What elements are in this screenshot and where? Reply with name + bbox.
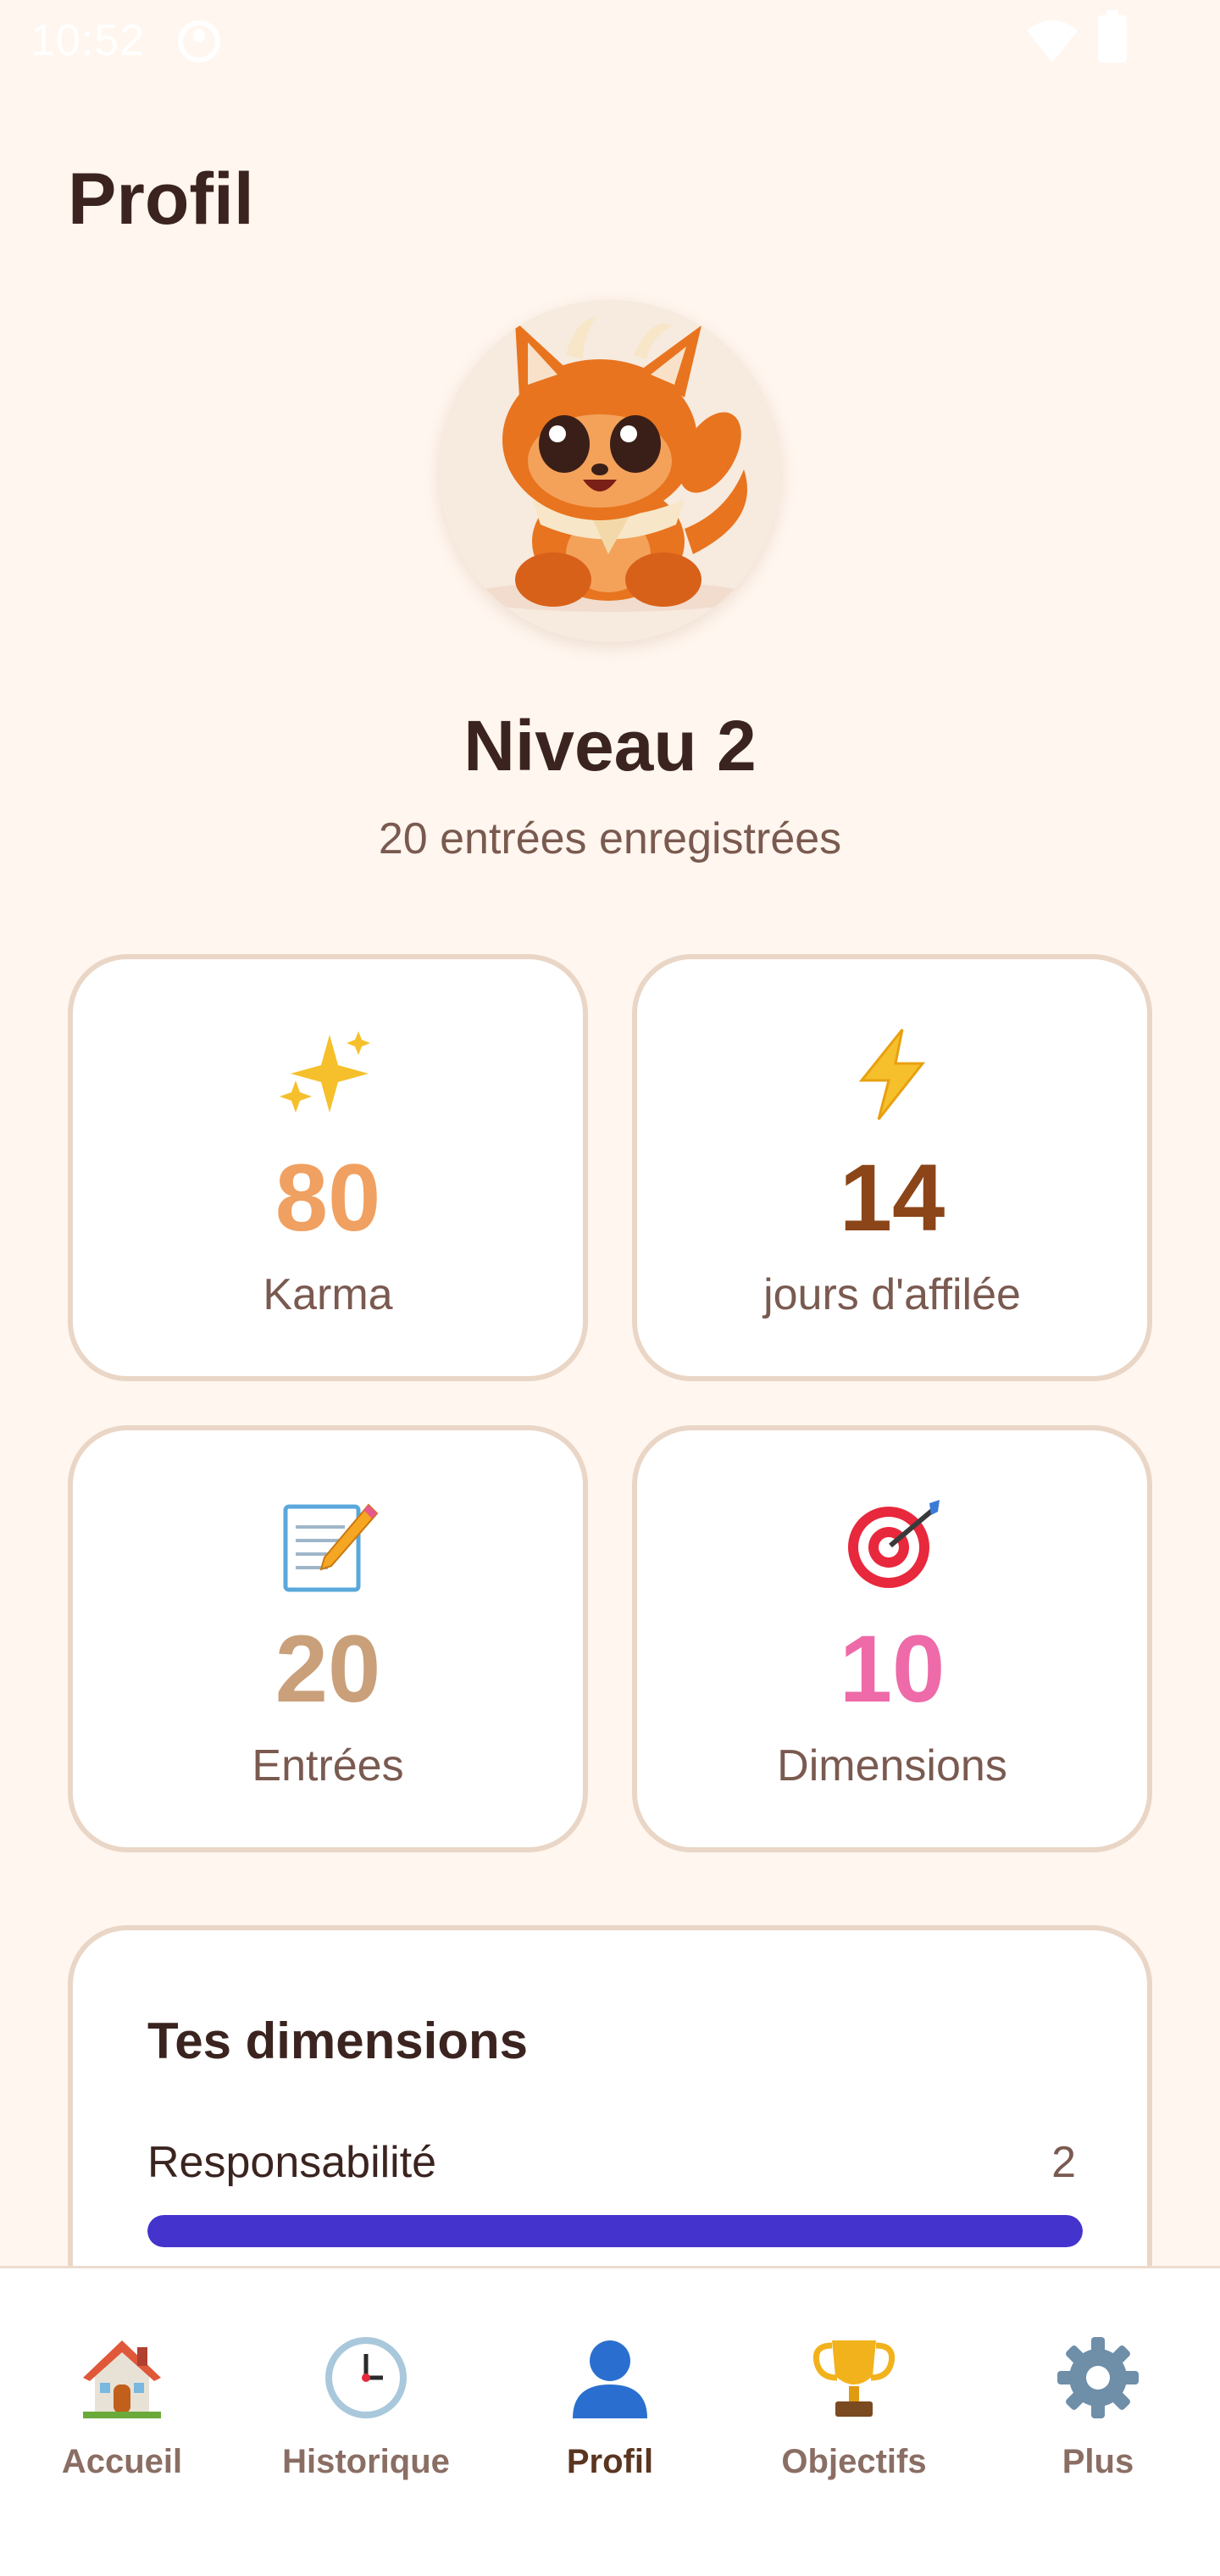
gear-icon: [976, 2331, 1220, 2424]
dimension-progress-track: [147, 2215, 1083, 2247]
status-time: 10:52: [30, 16, 146, 65]
house-icon: [0, 2331, 244, 2424]
nav-label-accueil: Accueil: [61, 2443, 183, 2480]
streak-value: 14: [839, 1145, 946, 1251]
dimensions-title: Tes dimensions: [147, 2012, 529, 2069]
nav-item-accueil[interactable]: Accueil: [0, 2268, 244, 2506]
entries-value: 20: [274, 1616, 381, 1722]
nav-label-historique: Historique: [282, 2443, 450, 2480]
sparkles-icon: [73, 1027, 583, 1122]
fox-mascot-icon: [466, 317, 754, 612]
nav-label-plus: Plus: [1062, 2443, 1134, 2480]
streak-label: jours d'affilée: [763, 1270, 1021, 1319]
wifi-icon: [1027, 20, 1078, 63]
level-title: Niveau 2: [463, 706, 757, 786]
dimension-progress-fill: [147, 2215, 1083, 2247]
dimensions-count-value: 10: [839, 1616, 946, 1722]
karma-value: 80: [274, 1145, 381, 1251]
lightning-icon: [637, 1027, 1147, 1122]
streak-card[interactable]: 14 jours d'affilée: [632, 954, 1152, 1381]
nav-item-plus[interactable]: Plus: [976, 2268, 1220, 2506]
notification-icon: [178, 20, 220, 63]
dimensions-count-label: Dimensions: [777, 1741, 1007, 1790]
karma-label: Karma: [263, 1270, 393, 1319]
entries-card[interactable]: 20 Entrées: [68, 1425, 588, 1852]
avatar[interactable]: [439, 300, 781, 642]
clock-icon: [244, 2331, 488, 2424]
memo-icon: [73, 1498, 583, 1593]
nav-label-profil: Profil: [566, 2443, 654, 2480]
nav-item-objectifs[interactable]: Objectifs: [732, 2268, 976, 2506]
entries-summary: 20 entrées enregistrées: [378, 814, 842, 863]
nav-label-objectifs: Objectifs: [781, 2443, 927, 2480]
status-bar: 10:52: [0, 0, 1220, 81]
karma-card[interactable]: 80 Karma: [68, 954, 588, 1381]
dimension-value: 2: [1051, 2138, 1076, 2187]
page-title: Profil: [68, 158, 254, 240]
nav-item-profil[interactable]: Profil: [488, 2268, 732, 2506]
user-icon: [488, 2331, 732, 2424]
dimension-label: Responsabilité: [147, 2138, 437, 2187]
entries-label: Entrées: [252, 1741, 404, 1790]
target-icon: [637, 1498, 1147, 1593]
battery-icon: [1098, 10, 1127, 63]
nav-item-historique[interactable]: Historique: [244, 2268, 488, 2506]
trophy-icon: [732, 2331, 976, 2424]
bottom-nav: Accueil Historique Profil Objectifs Plus: [0, 2266, 1220, 2576]
dimensions-count-card[interactable]: 10 Dimensions: [632, 1425, 1152, 1852]
